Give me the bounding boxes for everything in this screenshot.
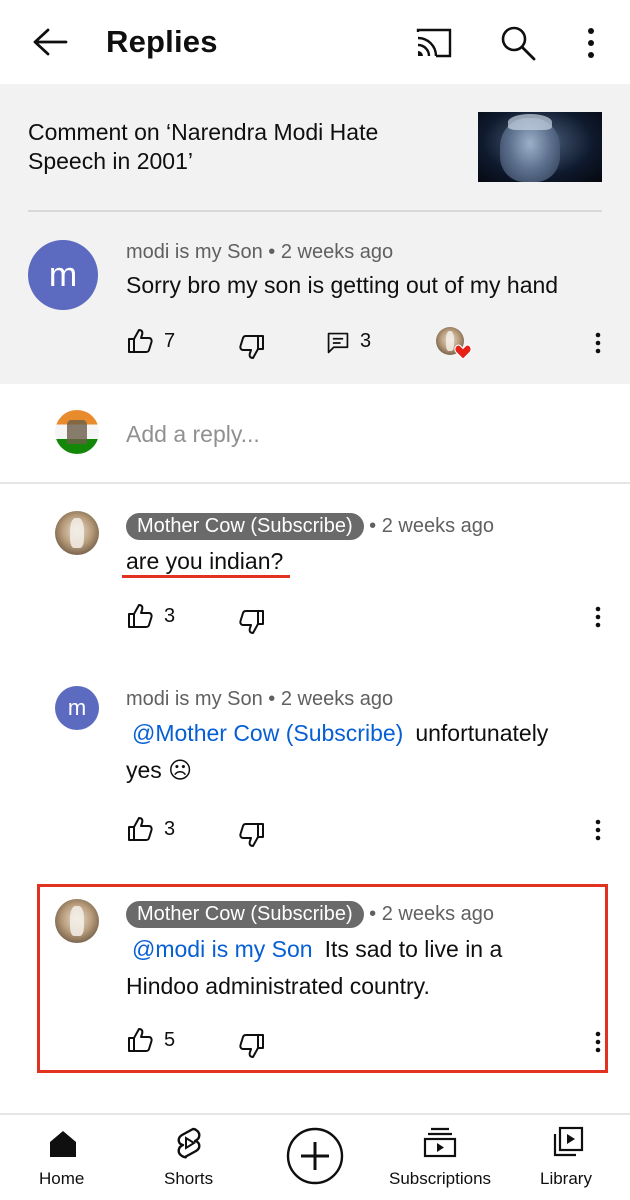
reply-meta: Mother Cow (Subscribe) • 2 weeks ago: [126, 513, 494, 540]
reply-meta: modi is my Son • 2 weeks ago: [126, 688, 394, 710]
user-avatar: [55, 410, 99, 454]
shorts-icon: [177, 1127, 201, 1159]
dislike-icon[interactable]: [238, 1032, 266, 1060]
divider: [28, 210, 602, 212]
like-icon[interactable]: [126, 602, 154, 630]
reply-text-line2: Hindoo administrated country.: [126, 973, 430, 999]
creator-author-chip[interactable]: Mother Cow (Subscribe): [126, 513, 364, 540]
creator-author-chip[interactable]: Mother Cow (Subscribe): [126, 901, 364, 928]
mention-link[interactable]: @modi is my Son: [132, 936, 313, 962]
avatar[interactable]: [55, 511, 99, 555]
dislike-icon[interactable]: [238, 608, 266, 636]
nav-shorts[interactable]: Shorts: [146, 1115, 232, 1200]
more-vert-icon[interactable]: [593, 1030, 603, 1054]
home-icon: [50, 1131, 76, 1157]
more-vert-icon[interactable]: [593, 818, 603, 842]
dislike-icon[interactable]: [238, 821, 266, 849]
avatar[interactable]: m: [55, 686, 99, 730]
reply-count: 3: [360, 330, 372, 352]
like-icon[interactable]: [126, 1026, 154, 1054]
cast-icon[interactable]: [414, 26, 454, 60]
nav-subscriptions[interactable]: Subscriptions: [384, 1115, 502, 1200]
nav-subscriptions-label: Subscriptions: [389, 1169, 492, 1188]
like-count: 7: [164, 330, 176, 352]
reply-text: @Mother Cow (Subscribe) unfortunately yes…: [126, 715, 596, 789]
page-title: Replies: [106, 24, 218, 59]
video-context-title[interactable]: Comment on ‘Narendra Modi Hate Speech in…: [28, 118, 448, 176]
comment-meta: modi is my Son • 2 weeks ago: [126, 241, 394, 263]
nav-home-label: Home: [39, 1169, 85, 1188]
nav-shorts-label: Shorts: [164, 1169, 214, 1188]
subscriptions-icon: [423, 1127, 457, 1158]
add-reply-input[interactable]: Add a reply...: [126, 421, 260, 448]
reply-time: 2 weeks ago: [381, 903, 495, 925]
reply-meta: Mother Cow (Subscribe) • 2 weeks ago: [126, 901, 494, 928]
avatar[interactable]: [55, 899, 99, 943]
reply-comment-icon[interactable]: [326, 331, 350, 355]
red-underline-annotation: [122, 575, 290, 578]
top-app-bar: Replies: [0, 0, 630, 84]
search-icon[interactable]: [498, 24, 538, 62]
avatar-letter: m: [48, 255, 78, 294]
reply-text-line2: yes ☹: [126, 757, 193, 783]
more-vert-icon[interactable]: [578, 26, 604, 60]
bottom-navigation: Home Shorts Subscriptions Library: [0, 1115, 630, 1200]
like-count: 5: [164, 1029, 176, 1051]
nav-library-label: Library: [540, 1169, 592, 1188]
like-icon[interactable]: [126, 815, 154, 843]
comment-time: 2 weeks ago: [280, 241, 394, 263]
like-count: 3: [164, 818, 176, 840]
avatar[interactable]: m: [28, 240, 98, 310]
divider: [0, 482, 630, 484]
library-icon: [553, 1126, 584, 1157]
reply-text: @modi is my Son Its sad to live in a Hind…: [126, 931, 596, 1005]
reply-time: 2 weeks ago: [280, 688, 394, 710]
create-plus-icon[interactable]: [286, 1127, 344, 1185]
reply-author[interactable]: modi is my Son: [126, 688, 263, 710]
more-vert-icon[interactable]: [593, 605, 603, 629]
thumbnail-highlight: [508, 114, 552, 130]
back-arrow-icon[interactable]: [30, 26, 70, 58]
heart-icon: [454, 344, 472, 360]
more-vert-icon[interactable]: [593, 331, 603, 355]
mention-link[interactable]: @Mother Cow (Subscribe): [132, 720, 403, 746]
reply-time: 2 weeks ago: [381, 515, 495, 537]
like-icon[interactable]: [126, 327, 154, 355]
nav-home[interactable]: Home: [20, 1115, 106, 1200]
nav-library[interactable]: Library: [532, 1115, 608, 1200]
like-count: 3: [164, 605, 176, 627]
reply-text-line1: unfortunately: [415, 720, 549, 746]
dislike-icon[interactable]: [238, 333, 266, 361]
video-thumbnail[interactable]: [478, 112, 602, 182]
comment-author[interactable]: modi is my Son: [126, 241, 263, 263]
avatar-letter: m: [67, 695, 87, 720]
comment-text: Sorry bro my son is getting out of my ha…: [126, 272, 559, 298]
reply-text-line1: Its sad to live in a: [324, 936, 503, 962]
